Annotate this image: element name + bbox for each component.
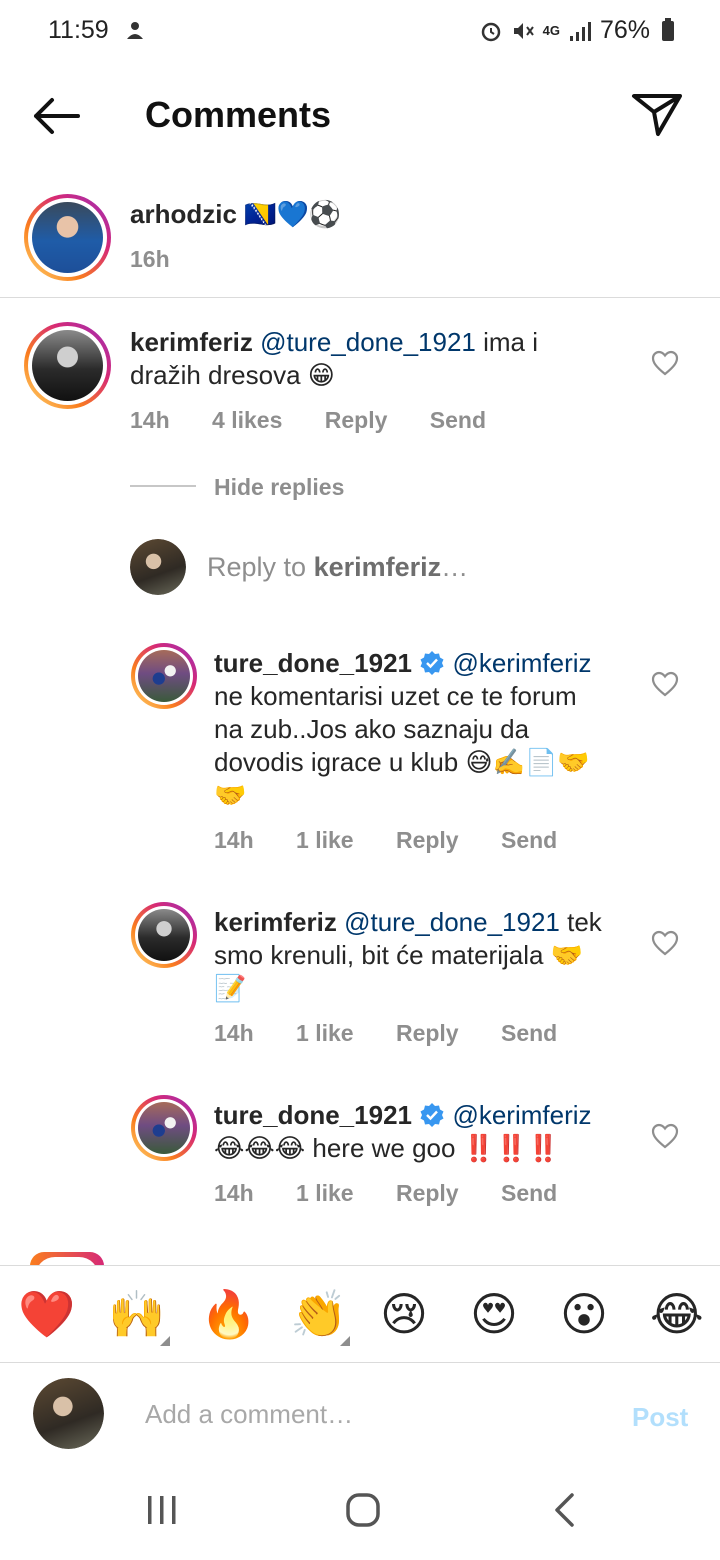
reply-mention[interactable]: @kerimferiz (452, 1100, 591, 1130)
reply-text: ture_done_1921 @kerimferiz 😂😂😂 here we g… (214, 1099, 634, 1165)
comment-input[interactable] (145, 1394, 585, 1434)
heart-icon[interactable] (651, 350, 679, 376)
comment-composer: Post (0, 1364, 720, 1468)
reply-reply-button[interactable]: Reply (396, 1020, 459, 1046)
send-icon (632, 94, 682, 136)
battery-percent: 76% (599, 16, 650, 44)
reply-to-username: kerimferiz (313, 552, 442, 582)
reply-likes[interactable]: 1 like (296, 1020, 354, 1046)
quick-emoji-bar: ❤️ 🙌 🔥 👏 😢 😍 😮 😂 (0, 1265, 720, 1363)
reply-body-2: na zub..Jos ako saznaju da (214, 714, 530, 744)
hide-replies-button[interactable]: Hide replies (214, 474, 344, 501)
my-avatar (33, 1378, 104, 1449)
reply-body-3: dovodis igrace u klub 😅✍️📄🤝 (214, 747, 590, 777)
reply-meta: 14h 1 like Reply Send (214, 827, 593, 854)
share-button[interactable] (630, 90, 684, 138)
reply-body-1: 😂😂😂 here we goo ‼️‼️‼️ (214, 1133, 560, 1163)
emoji-heart-button[interactable]: ❤️ (18, 1288, 75, 1340)
reply-username[interactable]: kerimferiz (214, 907, 337, 937)
reply-text: kerimferiz @ture_done_1921 tek smo krenu… (214, 906, 624, 1005)
caption-time: 16h (130, 246, 170, 272)
post-button[interactable]: Post (632, 1402, 688, 1433)
comment-send-button[interactable]: Send (430, 407, 486, 433)
recent-apps-icon[interactable] (146, 1492, 178, 1528)
comment-avatar[interactable] (24, 322, 111, 409)
hide-replies-line (130, 485, 196, 487)
reply-username[interactable]: ture_done_1921 (214, 1100, 412, 1130)
comment-text: kerimferiz @ture_done_1921 ima i dražih … (130, 326, 610, 392)
reply-body-1: ne komentarisi uzet ce te forum (214, 681, 577, 711)
reply-avatar[interactable] (131, 1095, 197, 1161)
reply-send-button[interactable]: Send (501, 1180, 557, 1206)
comment-username[interactable]: kerimferiz (130, 327, 253, 357)
emoji-clap-button[interactable]: 👏 (290, 1288, 347, 1340)
signal-icon (569, 21, 591, 41)
reply-send-button[interactable]: Send (501, 827, 557, 853)
reply-meta: 14h 1 like Reply Send (214, 1180, 593, 1207)
home-icon[interactable] (345, 1492, 381, 1528)
reply-body-2: 📝 (214, 973, 247, 1003)
comment-time: 14h (130, 407, 170, 433)
comment-mention[interactable]: @ture_done_1921 (260, 327, 476, 357)
reply-username[interactable]: ture_done_1921 (214, 648, 412, 678)
heart-icon[interactable] (651, 671, 679, 697)
next-comment-avatar-partial (30, 1252, 104, 1277)
reply-likes[interactable]: 1 like (296, 827, 354, 853)
network-label: 4G (542, 23, 560, 38)
emoji-raised-hands-button[interactable]: 🙌 (108, 1288, 165, 1340)
status-time: 11:59 (48, 16, 109, 44)
heart-icon[interactable] (651, 1123, 679, 1149)
reply-avatar[interactable] (131, 902, 197, 968)
back-button[interactable] (30, 92, 82, 140)
skin-tone-indicator (340, 1336, 350, 1346)
status-bar: 11:59 4G 76% (0, 0, 720, 62)
reply-send-button[interactable]: Send (501, 1020, 557, 1046)
reply-body-1: smo krenuli, bit će materijala 🤝 (214, 940, 584, 970)
caption-divider (0, 297, 720, 298)
reply-to-input[interactable]: Reply to kerimferiz… (207, 552, 468, 583)
mute-icon (513, 22, 534, 39)
caption-avatar[interactable] (24, 194, 111, 281)
back-arrow-icon (34, 98, 80, 134)
reply-body-0: tek (559, 907, 602, 937)
verified-icon (420, 1103, 444, 1127)
skin-tone-indicator (160, 1336, 170, 1346)
reply-text: ture_done_1921 @kerimferiz ne komentaris… (214, 647, 624, 812)
reply-time: 14h (214, 1020, 254, 1046)
reply-reply-button[interactable]: Reply (396, 1180, 459, 1206)
caption-username[interactable]: arhodzic (130, 199, 237, 229)
battery-icon (662, 17, 674, 41)
reply-time: 14h (214, 827, 254, 853)
header: Comments (0, 62, 720, 172)
emoji-heart-eyes-button[interactable]: 😍 (470, 1288, 518, 1340)
notification-icon (124, 19, 146, 48)
verified-icon (420, 651, 444, 675)
reply-mention[interactable]: @ture_done_1921 (344, 907, 560, 937)
reply-likes[interactable]: 1 like (296, 1180, 354, 1206)
emoji-laughing-button[interactable]: 😂 (650, 1288, 704, 1340)
heart-icon[interactable] (651, 930, 679, 956)
reply-mention[interactable]: @kerimferiz (452, 648, 591, 678)
back-nav-icon[interactable] (552, 1492, 576, 1528)
reply-reply-button[interactable]: Reply (396, 827, 459, 853)
caption-emojis: 🇧🇦💙⚽ (244, 199, 342, 229)
reply-avatar[interactable] (131, 643, 197, 709)
system-nav-bar (0, 1468, 720, 1560)
caption-text: arhodzic 🇧🇦💙⚽ (130, 198, 341, 231)
emoji-crying-button[interactable]: 😢 (380, 1288, 428, 1340)
comment-body-1: ima i (475, 327, 538, 357)
comment-body-2: dražih dresova 😁 (130, 360, 335, 390)
comment-likes[interactable]: 4 likes (212, 407, 282, 433)
reply-time: 14h (214, 1180, 254, 1206)
emoji-surprised-button[interactable]: 😮 (560, 1288, 608, 1340)
reply-meta: 14h 1 like Reply Send (214, 1020, 593, 1047)
page-title: Comments (145, 94, 332, 135)
my-avatar-small (130, 539, 186, 595)
alarm-icon (481, 22, 500, 41)
comment-meta: 14h 4 likes Reply Send (130, 407, 522, 434)
emoji-fire-button[interactable]: 🔥 (200, 1288, 257, 1340)
status-icons: 4G 76% (479, 16, 674, 45)
reply-body-4: 🤝 (214, 780, 247, 810)
comment-reply-button[interactable]: Reply (325, 407, 388, 433)
